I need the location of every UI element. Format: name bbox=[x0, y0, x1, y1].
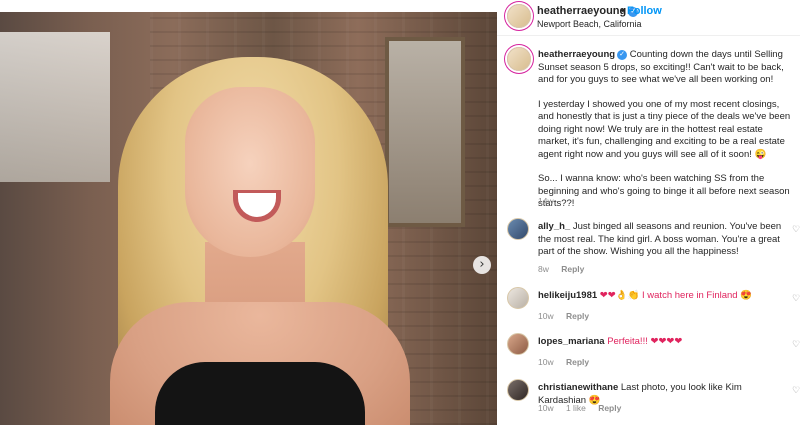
comment-meta: 8w Reply bbox=[538, 264, 594, 274]
photo-dress bbox=[155, 362, 365, 425]
photo-mirror bbox=[385, 37, 465, 227]
comment-text: lopes_mariana Perfeita!!! ❤❤❤❤ bbox=[538, 336, 788, 349]
photo-face bbox=[185, 87, 315, 257]
post-caption: heatherraeyoung ✓ Counting down the days … bbox=[538, 49, 793, 223]
heart-icon[interactable]: ♡ bbox=[792, 339, 800, 349]
separator-dot: • bbox=[621, 5, 625, 17]
comment-body: Perfeita!!! ❤❤❤❤ bbox=[607, 336, 683, 347]
avatar[interactable] bbox=[507, 379, 529, 401]
post-header: heatherraeyoung ✓ • Follow Newport Beach,… bbox=[497, 0, 800, 36]
heart-icon[interactable]: ♡ bbox=[792, 293, 800, 303]
comment-time[interactable]: 10w bbox=[538, 403, 554, 413]
post-timestamp[interactable]: 14w bbox=[538, 196, 554, 206]
post-side-panel: heatherraeyoung ✓ • Follow Newport Beach,… bbox=[497, 0, 800, 425]
chevron-right-icon[interactable]: › bbox=[473, 256, 491, 274]
comment-text: helikeiju1981 ❤❤👌👏 I watch here in Finla… bbox=[538, 290, 788, 303]
comment-meta: 10w Reply bbox=[538, 311, 599, 321]
follow-button[interactable]: Follow bbox=[627, 5, 662, 17]
reply-button[interactable]: Reply bbox=[561, 264, 584, 274]
comment-time[interactable]: 10w bbox=[538, 357, 554, 367]
comment-time[interactable]: 8w bbox=[538, 264, 549, 274]
heart-icon[interactable]: ♡ bbox=[792, 224, 800, 234]
comment-time[interactable]: 10w bbox=[538, 311, 554, 321]
heart-icon[interactable]: ♡ bbox=[792, 385, 800, 395]
avatar[interactable] bbox=[507, 333, 529, 355]
location-link[interactable]: Newport Beach, California bbox=[537, 19, 642, 29]
caption-paragraph-3: So... I wanna know: who's been watching … bbox=[538, 173, 790, 209]
caption-avatar[interactable] bbox=[507, 47, 531, 71]
reply-button[interactable]: Reply bbox=[566, 357, 589, 367]
comment-likes[interactable]: 1 like bbox=[566, 403, 586, 413]
instagram-post-view: › heatherraeyoung ✓ • Follow Newport Beac… bbox=[0, 0, 800, 425]
reply-button[interactable]: Reply bbox=[566, 311, 589, 321]
verified-badge-icon: ✓ bbox=[617, 50, 628, 60]
comment-text: ally_h_ Just binged all seasons and reun… bbox=[538, 221, 788, 259]
comment-meta: 10w Reply bbox=[538, 357, 599, 367]
reply-button[interactable]: Reply bbox=[598, 403, 621, 413]
caption-username[interactable]: heatherraeyoung bbox=[538, 49, 615, 60]
post-photo[interactable]: › bbox=[0, 12, 497, 425]
comment-body: ❤❤👌👏 I watch here in Finland 😍 bbox=[599, 290, 753, 301]
comment-username[interactable]: lopes_mariana bbox=[538, 336, 605, 347]
comment-username[interactable]: christianewithane bbox=[538, 382, 618, 393]
caption-paragraph-2: I yesterday I showed you one of my most … bbox=[538, 98, 791, 160]
avatar[interactable] bbox=[507, 4, 531, 28]
comment-username[interactable]: ally_h_ bbox=[538, 221, 570, 232]
avatar[interactable] bbox=[507, 218, 529, 240]
avatar[interactable] bbox=[507, 287, 529, 309]
comment-username[interactable]: helikeiju1981 bbox=[538, 290, 597, 301]
username-text[interactable]: heatherraeyoung bbox=[537, 5, 626, 17]
comment-meta: 10w 1 like Reply bbox=[538, 403, 631, 413]
photo-window bbox=[0, 32, 110, 182]
comment-body: Just binged all seasons and reunion. You… bbox=[538, 221, 782, 257]
